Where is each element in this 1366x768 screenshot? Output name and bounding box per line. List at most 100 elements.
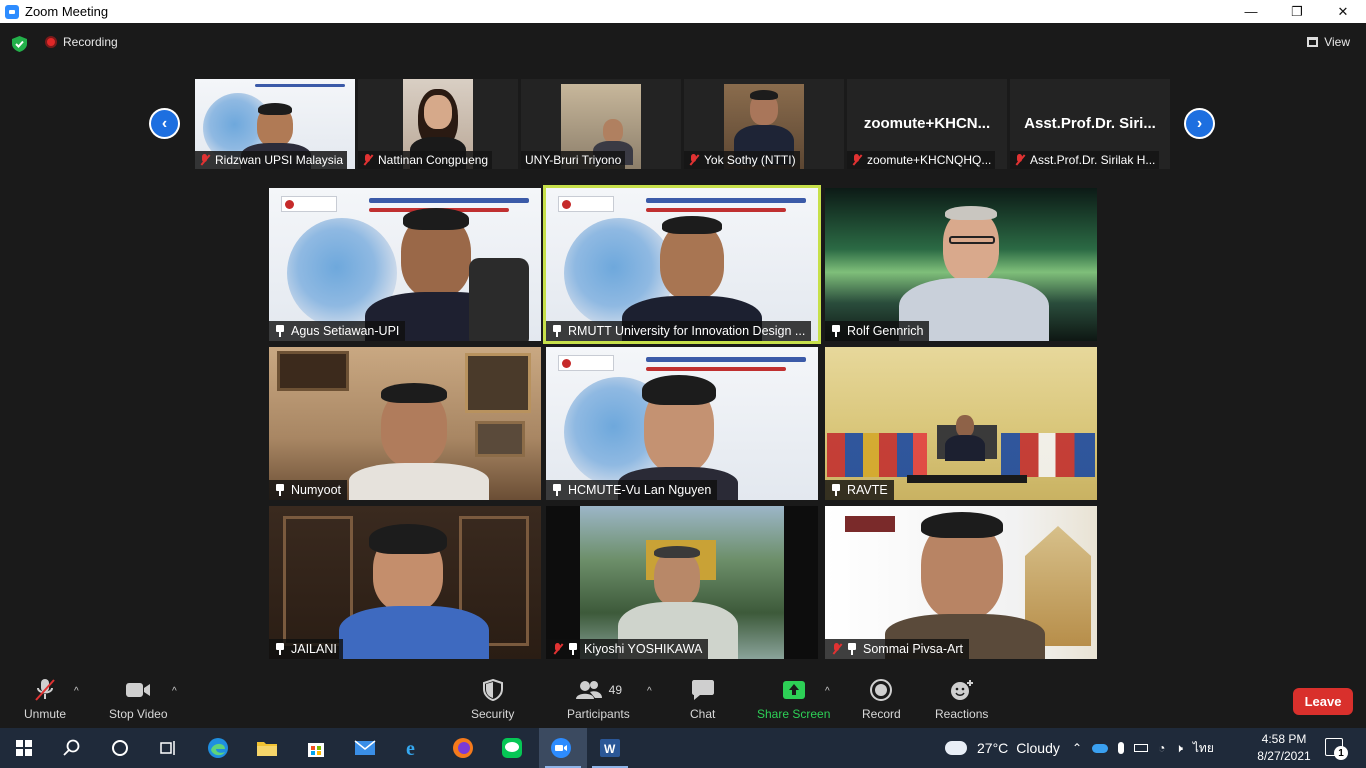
record-button[interactable]: Record — [862, 678, 901, 721]
filmstrip-next-button[interactable]: › — [1184, 108, 1215, 139]
participant-hair — [654, 546, 700, 558]
view-label: View — [1324, 35, 1350, 49]
internet-explorer-icon[interactable]: e — [402, 736, 426, 760]
slide-subtitle — [646, 208, 786, 212]
rmutt-logo — [845, 516, 895, 532]
taskbar-clock[interactable]: 4:58 PM 8/27/2021 — [1254, 731, 1314, 765]
tile-name-bar: HCMUTE-Vu Lan Nguyen — [546, 480, 718, 500]
filmstrip-participant[interactable]: UNY-Bruri Triyono — [521, 79, 681, 169]
participant-name: Sommai Pivsa-Art — [863, 642, 964, 656]
maximize-button[interactable]: ❐ — [1274, 0, 1320, 23]
participant-body — [349, 463, 489, 500]
store-icon[interactable] — [304, 736, 328, 760]
edge-browser-icon[interactable] — [206, 736, 230, 760]
task-view-icon[interactable] — [156, 736, 180, 760]
battery-icon[interactable] — [1134, 744, 1149, 752]
video-tile[interactable]: Agus Setiawan-UPI — [269, 188, 541, 341]
participant-name: JAILANI — [291, 642, 337, 656]
tile-name-bar: RAVTE — [825, 480, 894, 500]
chevron-up-icon[interactable]: ⌃ — [1072, 741, 1082, 755]
tile-name-bar: JAILANI — [269, 639, 343, 659]
input-language[interactable]: ไทย — [1193, 739, 1214, 758]
chat-bubble-icon — [691, 678, 715, 702]
participant-hair — [381, 383, 447, 403]
leave-button[interactable]: Leave — [1293, 688, 1353, 715]
video-tile[interactable]: RAVTE — [825, 347, 1097, 500]
view-button[interactable]: View — [1307, 35, 1350, 49]
weather-description: Cloudy — [1016, 740, 1060, 756]
stop-video-label: Stop Video — [109, 707, 168, 721]
cortana-icon[interactable] — [108, 736, 132, 760]
participants-options-caret[interactable]: ^ — [647, 686, 652, 697]
chat-button[interactable]: Chat — [690, 678, 715, 721]
mic-muted-icon — [362, 154, 373, 166]
firefox-icon[interactable] — [451, 736, 475, 760]
video-tile[interactable]: Rolf Gennrich — [825, 188, 1097, 341]
participant-hair — [369, 524, 447, 554]
recording-dot-icon — [45, 36, 57, 48]
filmstrip-participant[interactable]: Nattinan Congpueng — [358, 79, 518, 169]
participant-name: RAVTE — [847, 483, 888, 497]
unmute-label: Unmute — [24, 707, 67, 721]
weather-widget[interactable]: 27°C Cloudy — [945, 728, 1060, 768]
share-screen-button[interactable]: Share Screen — [757, 678, 830, 721]
windows-taskbar: e W 27°C Cloudy ⌃ ◔ 🕨 ไทย 4:58 PM 8/27/2… — [0, 728, 1366, 768]
minimize-button[interactable]: — — [1228, 0, 1274, 23]
share-screen-icon — [782, 678, 806, 702]
tile-name-bar: Kiyoshi YOSHIKAWA — [546, 639, 709, 659]
onedrive-icon[interactable] — [1092, 743, 1109, 753]
search-icon[interactable] — [60, 736, 84, 760]
line-app-icon[interactable] — [500, 736, 524, 760]
filmstrip-participant[interactable]: Yok Sothy (NTTI) — [684, 79, 844, 169]
zoom-app-taskbar-icon[interactable] — [549, 736, 573, 760]
reactions-button[interactable]: Reactions — [935, 678, 988, 721]
tile-name-bar: Rolf Gennrich — [825, 321, 930, 341]
video-tile-active-speaker[interactable]: RMUTT University for Innovation Design .… — [543, 185, 821, 344]
participant-name: Ridzwan UPSI Malaysia — [215, 153, 344, 167]
record-label: Record — [862, 707, 901, 721]
filmstrip-participant[interactable]: Asst.Prof.Dr. Siri... Asst.Prof.Dr. Siri… — [1010, 79, 1170, 169]
mic-muted-icon — [688, 154, 699, 166]
filmstrip-name-bar: Asst.Prof.Dr. Sirilak H... — [1010, 151, 1160, 169]
filmstrip-prev-button[interactable]: ‹ — [149, 108, 180, 139]
stop-video-button[interactable]: Stop Video — [109, 678, 168, 721]
word-app-icon[interactable]: W — [598, 736, 622, 760]
video-tile[interactable]: Kiyoshi YOSHIKAWA — [546, 506, 818, 659]
participant-name: zoomute+KHCNQHQ... — [867, 153, 992, 167]
security-button[interactable]: Security — [471, 678, 514, 721]
mail-icon[interactable] — [353, 736, 377, 760]
wifi-icon[interactable]: ◔ — [1158, 741, 1165, 755]
weather-temperature: 27°C — [977, 740, 1009, 756]
smiley-plus-icon — [950, 678, 974, 702]
recording-indicator[interactable]: Recording — [45, 35, 118, 49]
video-tile[interactable]: HCMUTE-Vu Lan Nguyen — [546, 347, 818, 500]
speaker-muted-icon[interactable]: 🕨 — [1175, 741, 1183, 756]
participants-button[interactable]: 49 Participants — [567, 678, 630, 721]
participant-display-name: zoomute+KHCN... — [863, 115, 991, 132]
wall-picture — [277, 351, 349, 391]
ravte-logo — [558, 355, 614, 371]
video-options-caret[interactable]: ^ — [172, 686, 177, 697]
video-tile[interactable]: Sommai Pivsa-Art — [825, 506, 1097, 659]
flags-right — [1001, 433, 1095, 477]
clock-time: 4:58 PM — [1261, 732, 1307, 746]
participant-name: Asst.Prof.Dr. Sirilak H... — [1030, 153, 1156, 167]
filmstrip-participant[interactable]: Ridzwan UPSI Malaysia — [195, 79, 355, 169]
pin-icon — [552, 325, 562, 337]
encryption-shield-icon[interactable] — [12, 36, 27, 52]
mic-muted-icon — [1014, 154, 1025, 166]
clock-date: 8/27/2021 — [1257, 749, 1311, 763]
file-explorer-icon[interactable] — [255, 736, 279, 760]
video-tile[interactable]: JAILANI — [269, 506, 541, 659]
slide-title — [255, 84, 345, 87]
audio-options-caret[interactable]: ^ — [74, 686, 79, 697]
windows-start-icon[interactable] — [12, 736, 36, 760]
close-button[interactable]: ✕ — [1320, 0, 1366, 23]
filmstrip-participant[interactable]: zoomute+KHCN... zoomute+KHCNQHQ... — [847, 79, 1007, 169]
video-tile[interactable]: Numyoot — [269, 347, 541, 500]
share-options-caret[interactable]: ^ — [825, 686, 830, 697]
participant-hair — [750, 90, 778, 100]
microphone-icon[interactable] — [1118, 742, 1125, 754]
glasses — [949, 236, 995, 244]
unmute-button[interactable]: Unmute — [24, 678, 66, 721]
